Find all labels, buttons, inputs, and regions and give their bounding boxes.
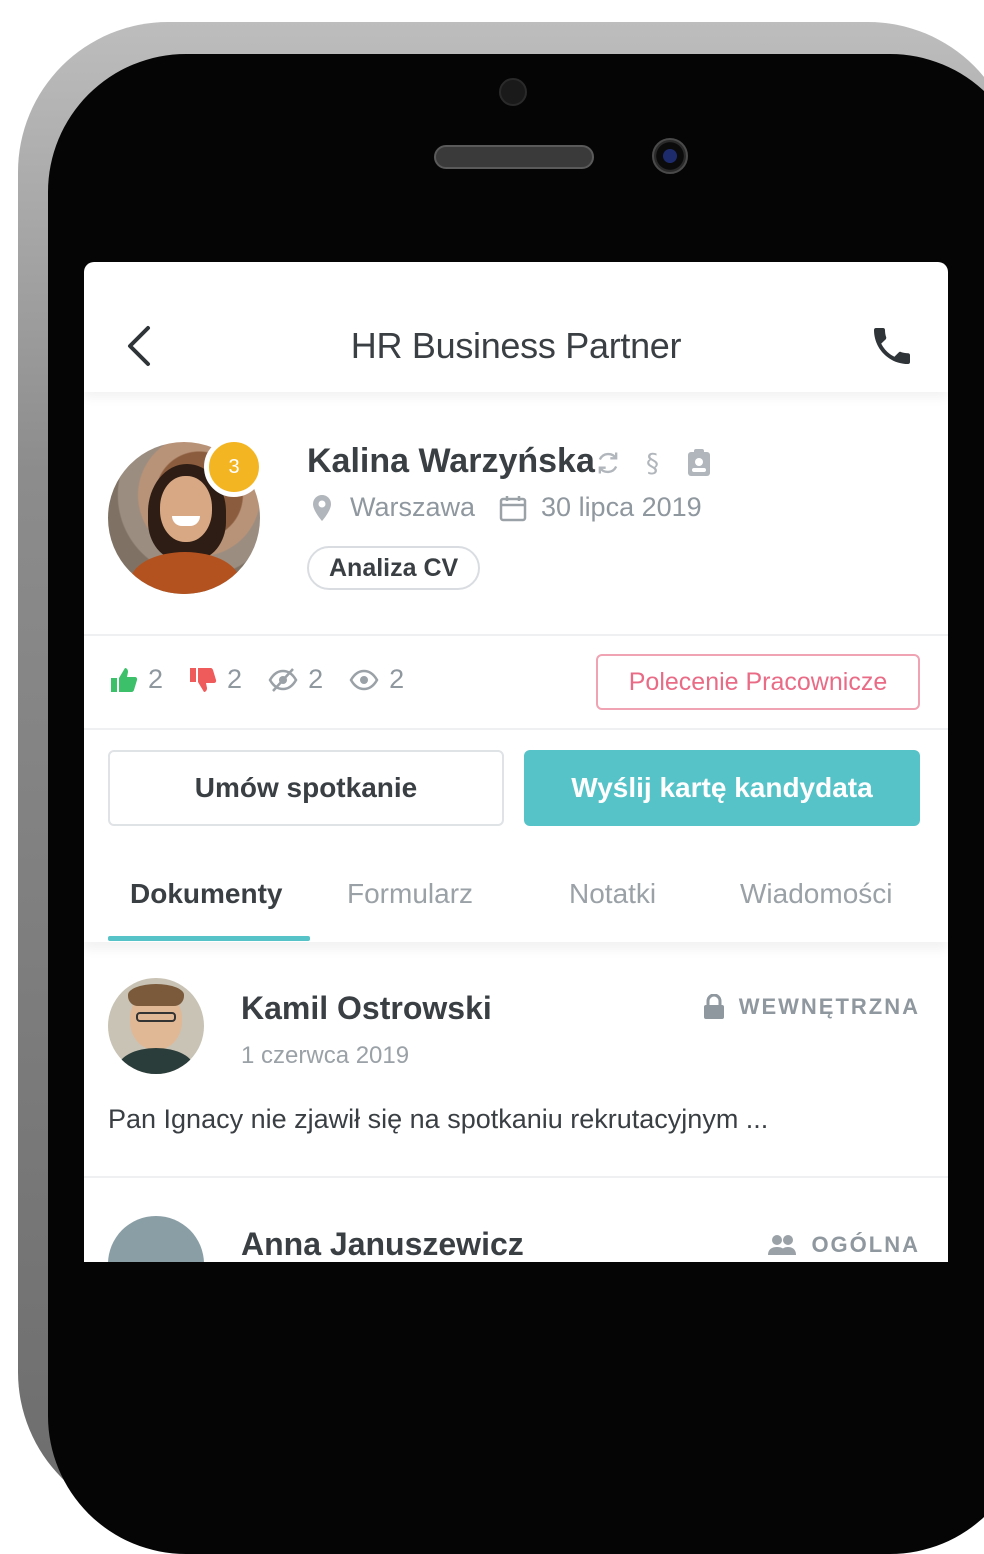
note-text: Pan Ignacy nie zjawił się na spotkaniu r… [108,1104,769,1134]
candidate-meta: Warszawa 30 lipca 2019 [310,492,702,523]
clipboard-icon[interactable] [686,448,712,478]
note-visibility: WEWNĘTRZNA [703,994,920,1020]
visibility-label: OGÓLNA [811,1232,920,1257]
calendar-icon [499,495,527,521]
note-author: Anna Januszewicz [241,1226,524,1262]
lock-icon [703,994,724,1019]
top-bar: HR Business Partner [84,262,948,392]
eye-icon [349,669,379,690]
tab-form[interactable]: Formularz [347,878,473,910]
tab-messages[interactable]: Wiadomości [740,878,892,910]
note-date: 1 czerwca 2019 [241,1042,410,1069]
status-badge[interactable]: Analiza CV [307,546,481,590]
group-icon [768,1235,797,1255]
divider [84,634,948,636]
reactions-row: 2 2 2 2 [110,664,430,695]
likes-counter[interactable]: 2 [110,664,163,695]
views-count: 2 [389,664,405,694]
candidate-name: Kalina Warzyńska [307,442,595,480]
dislikes-counter[interactable]: 2 [189,664,242,695]
candidate-location: Warszawa [350,492,476,522]
front-camera [652,138,688,174]
thumbs-up-icon [111,667,138,692]
list-item[interactable]: Kamil Ostrowski 1 czerwca 2019 WEWNĘTRZN… [84,962,948,1176]
avatar [108,1216,204,1262]
views-counter[interactable]: 2 [349,664,404,695]
proximity-sensor [499,78,527,106]
avatar [108,978,204,1074]
note-author: Kamil Ostrowski [241,990,492,1026]
tab-documents[interactable]: Dokumenty [130,878,282,910]
thumbs-down-icon [190,667,217,692]
likes-count: 2 [148,664,164,694]
referral-button[interactable]: Polecenie Pracownicze [596,654,920,710]
svg-text:§: § [646,449,659,478]
earpiece-speaker [434,145,594,169]
eye-slash-icon [268,667,298,692]
active-tab-indicator [108,936,310,941]
dislikes-count: 2 [227,664,243,694]
note-visibility: OGÓLNA [767,1232,920,1258]
location-pin-icon [313,494,331,521]
divider [84,728,948,730]
hidden-count: 2 [308,664,324,694]
hidden-counter[interactable]: 2 [268,664,323,695]
phone-icon[interactable] [868,322,916,370]
send-candidate-card-button[interactable]: Wyślij kartę kandydata [524,750,920,826]
notification-badge: 3 [204,437,264,497]
tab-notes[interactable]: Notatki [569,878,656,910]
refresh-icon[interactable] [594,449,622,477]
list-item[interactable]: Anna Januszewicz OGÓLNA [84,1176,948,1262]
candidate-date: 30 lipca 2019 [541,492,702,522]
page-title: HR Business Partner [350,325,682,366]
candidate-flags: § [594,448,712,478]
schedule-meeting-button[interactable]: Umów spotkanie [108,750,504,826]
app-screen: HR Business Partner 3 Kalina Warzyńska § [84,262,948,1262]
visibility-label: WEWNĘTRZNA [738,994,920,1019]
tab-bar: Dokumenty Formularz Notatki Wiadomości [84,842,948,942]
paragraph-icon[interactable]: § [644,448,664,478]
